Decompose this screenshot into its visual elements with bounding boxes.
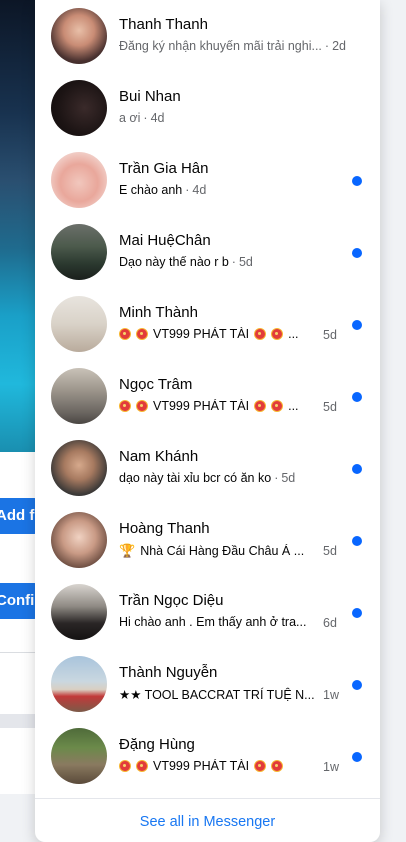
add-friend-button[interactable]: Add friend — [0, 498, 40, 534]
contact-name: Bui Nhan — [119, 88, 181, 105]
message-preview: ★★ TOOL BACCRAT TRÍ TUỆ N... — [119, 688, 315, 702]
emoji-icon — [119, 400, 131, 412]
message-time: 5d — [323, 400, 337, 414]
conversation-row[interactable]: Bui Nhan a ơi · 4d — [35, 72, 380, 144]
message-time: 4d — [150, 111, 165, 125]
emoji-icon — [119, 328, 131, 340]
unread-dot-icon — [352, 464, 362, 474]
emoji-icon — [119, 760, 131, 772]
message-time: 5d — [323, 328, 337, 342]
contact-name: Thành Nguyễn — [119, 664, 218, 681]
emoji-icon — [254, 400, 267, 412]
emoji-icon — [136, 328, 148, 340]
emoji-icon — [136, 760, 148, 772]
message-preview-line: a ơi · 4d — [119, 111, 165, 125]
unread-dot-icon — [352, 536, 362, 546]
message-preview: VT999 PHÁT TÀI — [153, 327, 250, 341]
message-preview-line: VT999 PHÁT TÀI — [119, 759, 339, 773]
message-preview: Đăng ký nhận khuyến mãi trải nghi... — [119, 39, 322, 53]
conversation-row[interactable]: Thành Nguyễn ★★ TOOL BACCRAT TRÍ TUỆ N..… — [35, 648, 380, 720]
avatar — [51, 584, 107, 640]
message-preview: a ơi — [119, 111, 141, 125]
unread-dot-icon — [352, 176, 362, 186]
conversation-row[interactable]: Trần Gia Hân E chào anh · 4d — [35, 144, 380, 216]
contact-name: Mai HuệChân — [119, 232, 211, 249]
contact-name: Hoàng Thanh — [119, 520, 210, 537]
avatar — [51, 656, 107, 712]
contact-name: Nam Khánh — [119, 448, 199, 465]
message-time: 5d — [238, 255, 253, 269]
avatar — [51, 368, 107, 424]
conversation-list: Thanh Thanh Đăng ký nhận khuyến mãi trải… — [35, 0, 380, 798]
message-preview-line: VT999 PHÁT TÀI ... — [119, 399, 339, 413]
unread-dot-icon — [352, 320, 362, 330]
conversation-row[interactable]: Trần Ngọc Diệu Hi chào anh . Em thấy anh… — [35, 576, 380, 648]
avatar — [51, 296, 107, 352]
conversation-row[interactable]: Nam Khánh dạo này tài xỉu bcr có ăn ko ·… — [35, 432, 380, 504]
emoji-icon — [271, 400, 284, 412]
message-preview-line: Đăng ký nhận khuyến mãi trải nghi... · 2… — [119, 39, 346, 53]
message-preview-line: Hi chào anh . Em thấy anh ở tra... — [119, 615, 339, 629]
unread-dot-icon — [352, 608, 362, 618]
emoji-icon — [254, 328, 267, 340]
trophy-icon: 🏆 — [119, 543, 136, 558]
emoji-icon — [271, 328, 284, 340]
avatar — [51, 8, 107, 64]
avatar — [51, 440, 107, 496]
contact-name: Trần Ngọc Diệu — [119, 592, 224, 609]
contact-name: Thanh Thanh — [119, 16, 208, 33]
avatar — [51, 728, 107, 784]
message-time: 4d — [192, 183, 207, 197]
panel-footer: See all in Messenger — [35, 798, 380, 842]
avatar — [51, 80, 107, 136]
background-right — [380, 0, 406, 842]
message-preview: Nhà Cái Hàng Đầu Châu Á ... — [140, 544, 305, 558]
unread-dot-icon — [352, 752, 362, 762]
emoji-icon — [254, 760, 267, 772]
message-preview-line: 🏆 Nhà Cái Hàng Đầu Châu Á ... — [119, 543, 339, 559]
avatar — [51, 512, 107, 568]
message-preview: VT999 PHÁT TÀI — [153, 759, 250, 773]
message-preview-line: dạo này tài xỉu bcr có ăn ko · 5d — [119, 471, 296, 485]
message-preview: E chào anh — [119, 183, 183, 197]
message-preview-line: VT999 PHÁT TÀI ... — [119, 327, 339, 341]
emoji-icon — [271, 760, 284, 772]
conversation-row[interactable]: Thanh Thanh Đăng ký nhận khuyến mãi trải… — [35, 0, 380, 72]
message-time: 1w — [323, 760, 339, 774]
message-time: 2d — [332, 39, 346, 53]
message-preview: dạo này tài xỉu bcr có ăn ko — [119, 471, 272, 485]
avatar — [51, 224, 107, 280]
contact-name: Ngọc Trâm — [119, 376, 193, 393]
see-all-in-messenger-link[interactable]: See all in Messenger — [140, 814, 275, 830]
message-preview: Dạo này thế nào r b — [119, 255, 229, 269]
contact-name: Đặng Hùng — [119, 736, 195, 753]
conversation-row[interactable]: Mai HuệChân Dạo này thế nào r b · 5d — [35, 216, 380, 288]
message-preview: VT999 PHÁT TÀI — [153, 399, 250, 413]
unread-dot-icon — [352, 248, 362, 258]
conversation-row[interactable]: Minh Thành VT999 PHÁT TÀI ... 5d — [35, 288, 380, 360]
unread-dot-icon — [352, 392, 362, 402]
message-time: 1w — [323, 688, 339, 702]
message-preview-line: Dạo này thế nào r b · 5d — [119, 255, 253, 269]
message-time: 5d — [281, 471, 296, 485]
conversation-row[interactable]: Ngọc Trâm VT999 PHÁT TÀI ... 5d — [35, 360, 380, 432]
confirm-request-button[interactable]: Confirm request — [0, 583, 40, 619]
avatar — [51, 152, 107, 208]
conversation-row[interactable]: Hoàng Thanh 🏆 Nhà Cái Hàng Đầu Châu Á ..… — [35, 504, 380, 576]
message-time: 5d — [323, 544, 337, 558]
message-preview-line: E chào anh · 4d — [119, 183, 207, 197]
message-preview: Hi chào anh . Em thấy anh ở tra... — [119, 615, 307, 629]
messenger-panel: Thanh Thanh Đăng ký nhận khuyến mãi trải… — [35, 0, 380, 842]
emoji-icon — [136, 400, 148, 412]
unread-dot-icon — [352, 680, 362, 690]
conversation-row[interactable]: Đặng Hùng VT999 PHÁT TÀI 1w — [35, 720, 380, 792]
contact-name: Trần Gia Hân — [119, 160, 209, 177]
message-preview-line: ★★ TOOL BACCRAT TRÍ TUỆ N... — [119, 687, 339, 702]
contact-name: Minh Thành — [119, 304, 198, 321]
message-time: 6d — [323, 616, 337, 630]
